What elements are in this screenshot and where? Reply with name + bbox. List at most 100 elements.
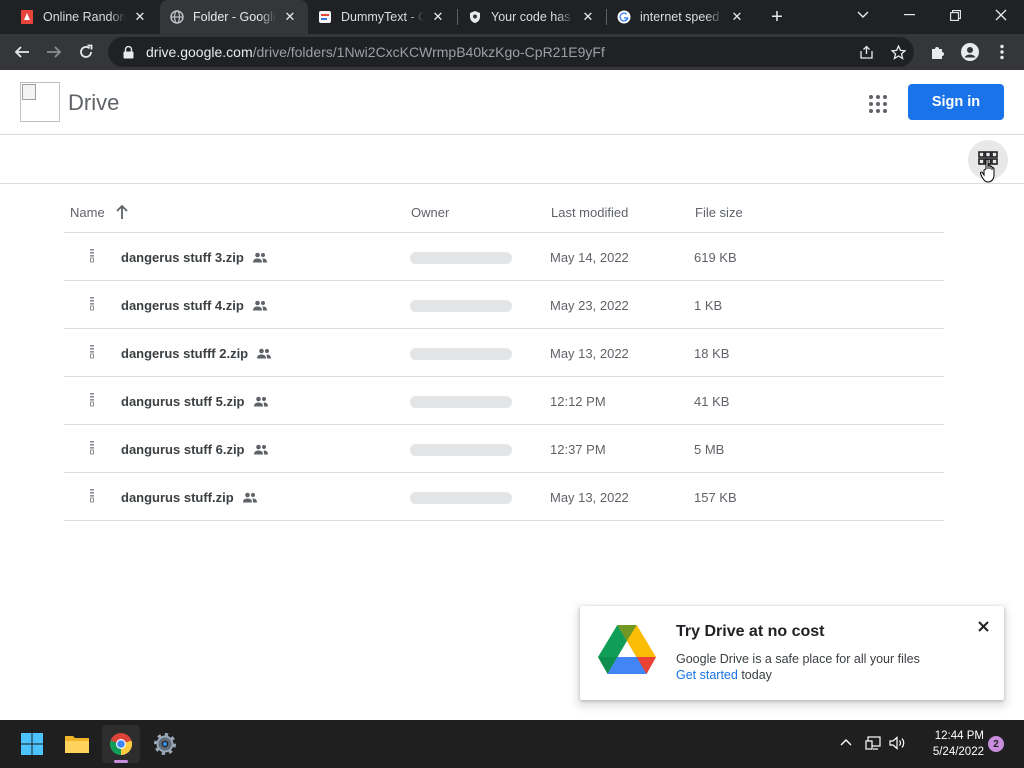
close-tab-icon[interactable]: ✕	[282, 9, 298, 25]
back-button[interactable]	[8, 38, 36, 66]
forward-button[interactable]	[40, 38, 68, 66]
file-name[interactable]: dangurus stuff.zip	[121, 490, 258, 505]
file-row[interactable]: dangerus stufff 2.zip May 13, 2022 18 KB	[64, 329, 944, 377]
file-list: Name Owner Last modified File size dange…	[64, 192, 944, 521]
chrome-menu-button[interactable]	[988, 38, 1016, 66]
chrome-taskbar-button[interactable]	[102, 725, 140, 763]
file-name[interactable]: dangurus stuff 6.zip	[121, 442, 269, 457]
bookmark-button[interactable]	[886, 40, 910, 64]
close-tab-icon[interactable]: ✕	[430, 9, 446, 25]
file-row[interactable]: dangurus stuff 6.zip 12:37 PM 5 MB	[64, 425, 944, 473]
show-hidden-icons-button[interactable]	[838, 734, 854, 750]
gear-icon	[154, 733, 176, 755]
file-name-text: dangurus stuff 6.zip	[121, 442, 245, 457]
close-tab-icon[interactable]: ✕	[580, 9, 596, 25]
system-clock[interactable]: 12:44 PM 5/24/2022	[912, 728, 984, 760]
file-name-text: dangurus stuff 5.zip	[121, 394, 245, 409]
file-name-text: dangerus stuff 3.zip	[121, 250, 244, 265]
apps-dot	[876, 109, 880, 113]
file-row[interactable]: dangurus stuff.zip May 13, 2022 157 KB	[64, 473, 944, 521]
close-icon	[995, 9, 1007, 21]
minimize-button[interactable]	[886, 0, 932, 30]
file-size: 41 KB	[694, 394, 730, 409]
google-apps-button[interactable]	[862, 88, 890, 116]
tab-title: DummyText - C	[341, 10, 424, 24]
close-window-button[interactable]	[978, 0, 1024, 30]
share-button[interactable]	[854, 40, 878, 64]
file-name-text: dangerus stufff 2.zip	[121, 346, 249, 361]
start-button[interactable]	[13, 725, 51, 763]
drive-logo-broken-image[interactable]	[20, 82, 60, 122]
tab-folder-google[interactable]: Folder - Google ✕	[160, 0, 308, 34]
column-owner-header: Owner	[411, 205, 450, 220]
file-row[interactable]: dangerus stuff 4.zip May 23, 2022 1 KB	[64, 281, 944, 329]
shared-icon	[242, 492, 258, 503]
column-size-header[interactable]: File size	[695, 205, 743, 220]
file-name-text: dangurus stuff.zip	[121, 490, 234, 505]
clock-date: 5/24/2022	[932, 746, 984, 758]
file-name[interactable]: dangerus stuff 3.zip	[121, 250, 268, 265]
share-icon	[859, 45, 873, 59]
file-row[interactable]: dangurus stuff 5.zip 12:12 PM 41 KB	[64, 377, 944, 425]
settings-taskbar-button[interactable]	[146, 725, 184, 763]
file-list-header: Name Owner Last modified File size	[64, 192, 944, 233]
zip-file-icon	[90, 441, 94, 455]
zip-file-icon	[90, 393, 94, 407]
new-tab-button[interactable]: +	[765, 5, 789, 29]
hand-cursor-icon	[980, 158, 995, 183]
person-icon	[961, 43, 979, 61]
shared-icon	[253, 396, 269, 407]
file-row[interactable]: dangerus stuff 3.zip May 14, 2022 619 KB	[64, 233, 944, 281]
promo-suffix: today	[737, 668, 772, 682]
last-modified: May 13, 2022	[550, 346, 629, 361]
file-size: 157 KB	[694, 490, 737, 505]
file-size: 5 MB	[694, 442, 725, 457]
tab-your-code[interactable]: Your code has b ✕	[458, 0, 606, 34]
tab-dummytext[interactable]: DummyText - C ✕	[308, 0, 456, 34]
notification-badge[interactable]: 2	[988, 736, 1004, 752]
volume-button[interactable]	[888, 734, 908, 752]
windows-taskbar: 12:44 PM 5/24/2022 2	[0, 720, 1024, 768]
promo-body: Google Drive is a safe place for all you…	[676, 651, 920, 683]
restore-icon	[949, 9, 961, 21]
sign-in-button[interactable]: Sign in	[908, 84, 1004, 120]
apps-dot	[869, 95, 873, 99]
network-button[interactable]	[864, 734, 882, 752]
shared-icon	[252, 252, 268, 263]
tab-online-random[interactable]: Online Random ✕	[10, 0, 158, 34]
profile-button[interactable]	[956, 38, 984, 66]
column-modified-header[interactable]: Last modified	[551, 205, 628, 220]
file-name[interactable]: dangerus stufff 2.zip	[121, 346, 272, 361]
get-started-link[interactable]: Get started	[676, 668, 738, 682]
file-name-text: dangerus stuff 4.zip	[121, 298, 244, 313]
owner-placeholder	[410, 492, 512, 504]
sort-ascending-arrow-icon[interactable]	[115, 204, 129, 220]
tab-search-button[interactable]	[840, 0, 886, 30]
close-tab-icon[interactable]: ✕	[729, 9, 745, 25]
lock-icon	[118, 45, 138, 59]
url-path: /drive/folders/1Nwi2CxcKCWrmpB40kzKgo-Cp…	[252, 44, 605, 60]
reload-button[interactable]	[72, 38, 100, 66]
network-icon	[865, 736, 881, 750]
file-explorer-button[interactable]	[58, 725, 96, 763]
minimize-icon	[903, 14, 915, 16]
apps-dot	[876, 95, 880, 99]
file-rows: dangerus stuff 3.zip May 14, 2022 619 KB…	[64, 233, 944, 521]
address-bar[interactable]: drive.google.com/drive/folders/1Nwi2CxcK…	[108, 37, 914, 67]
last-modified: May 14, 2022	[550, 250, 629, 265]
tab-title: Folder - Google	[193, 10, 276, 24]
browser-tab-strip: Online Random ✕ Folder - Google ✕ DummyT…	[0, 0, 1024, 34]
close-tab-icon[interactable]: ✕	[132, 9, 148, 25]
owner-placeholder	[410, 348, 512, 360]
file-name[interactable]: dangerus stuff 4.zip	[121, 298, 268, 313]
windows-logo-icon	[21, 733, 43, 755]
restore-button[interactable]	[932, 0, 978, 30]
star-icon	[890, 44, 906, 60]
promo-close-button[interactable]	[974, 617, 992, 635]
column-name-header[interactable]: Name	[70, 205, 105, 220]
extensions-button[interactable]	[924, 38, 952, 66]
tab-internet-speed[interactable]: internet speed t ✕	[607, 0, 755, 34]
drive-header: Drive Sign in	[0, 70, 1024, 135]
owner-placeholder	[410, 252, 512, 264]
file-name[interactable]: dangurus stuff 5.zip	[121, 394, 269, 409]
